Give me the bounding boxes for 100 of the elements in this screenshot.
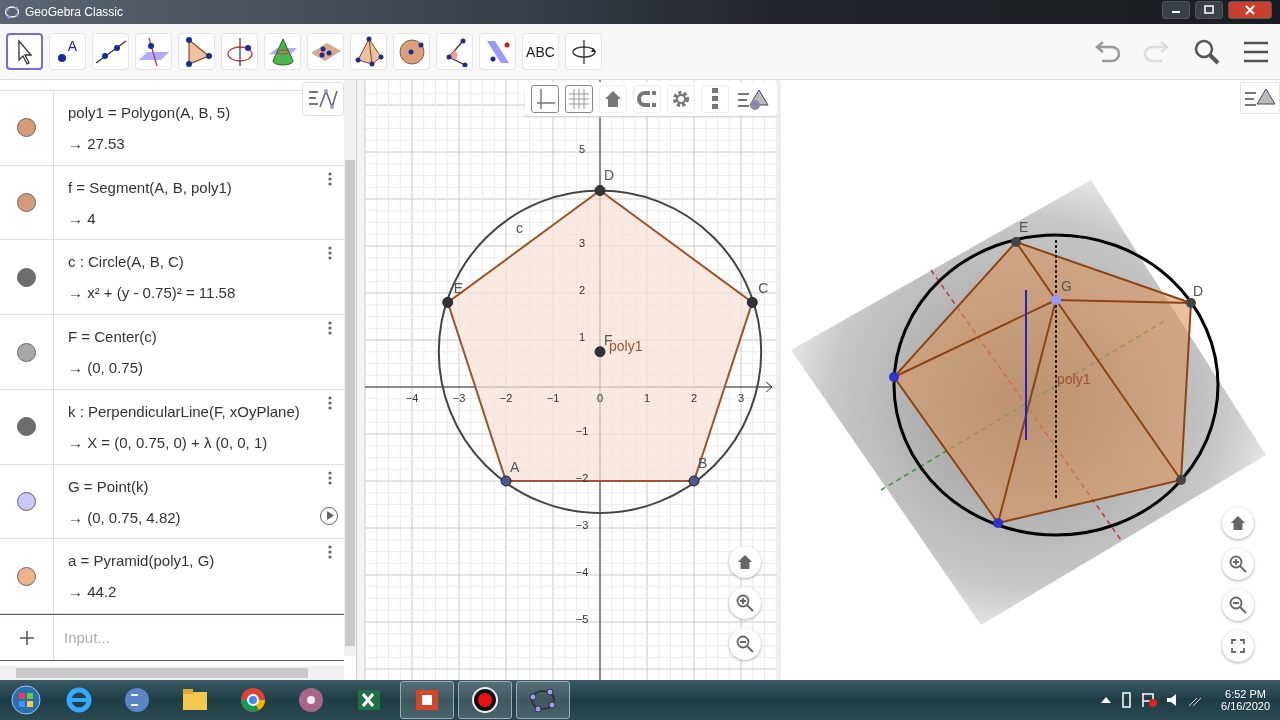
more-options-button[interactable] xyxy=(328,470,332,485)
zoom-out-button[interactable] xyxy=(1222,589,1254,621)
algebra-row[interactable]: a = Pyramid(poly1, G) → 44.2 xyxy=(0,539,344,615)
home-icon xyxy=(604,90,622,108)
clock-date[interactable]: 6/16/2020 xyxy=(1221,700,1270,712)
zoom-in-button[interactable] xyxy=(729,587,761,619)
visibility-marble[interactable] xyxy=(17,193,36,213)
sphere-icon xyxy=(396,36,427,67)
maximize-button[interactable] xyxy=(1195,1,1223,19)
browser-icon xyxy=(238,685,268,715)
algebra-definition: k : PerpendicularLine(F, xOyPlane) xyxy=(68,402,300,420)
close-button[interactable] xyxy=(1228,1,1272,19)
visibility-marble[interactable] xyxy=(17,566,36,586)
more-icon xyxy=(712,88,718,110)
axis-tick-label: 2 xyxy=(577,284,587,296)
point-label: G xyxy=(1061,278,1072,294)
algebra-row[interactable]: c : Circle(A, B, C) → x² + (y - 0.75)² = 11.58 xyxy=(0,240,344,316)
more-options-button[interactable] xyxy=(328,395,332,410)
geogebra-logo-icon xyxy=(4,4,20,20)
more-options-icon xyxy=(328,545,332,560)
minimize-button[interactable] xyxy=(1162,1,1190,19)
point[interactable] xyxy=(442,296,454,308)
plus-icon[interactable] xyxy=(19,630,34,645)
visibility-marble[interactable] xyxy=(17,492,36,512)
disc-icon xyxy=(296,685,326,715)
algebra-definition: f = Segment(A, B, poly1) xyxy=(68,178,232,196)
record-icon xyxy=(470,685,500,715)
vertical-scrollbar[interactable] xyxy=(344,80,356,656)
algebra-value: → 27.53 xyxy=(68,134,126,152)
settings-button[interactable] xyxy=(667,85,695,113)
point[interactable] xyxy=(500,475,512,487)
axis-tick-label: −3 xyxy=(574,519,590,531)
home-icon xyxy=(737,554,753,570)
axis-tick-label: 0 xyxy=(595,392,605,404)
visibility-marble[interactable] xyxy=(17,342,36,362)
algebra-definition: a = Pyramid(poly1, G) xyxy=(68,552,215,570)
more-button[interactable] xyxy=(701,85,729,113)
menu-icon xyxy=(1242,39,1270,64)
algebra-value: → (0, 0.75, 4.82) xyxy=(68,508,181,526)
settings-icon xyxy=(671,89,691,109)
more-options-icon xyxy=(328,171,332,186)
axis-tick-label: −1 xyxy=(574,425,590,437)
algebra-value: → 44.2 xyxy=(68,583,118,601)
axis-tick-label: −1 xyxy=(545,392,561,404)
play-icon xyxy=(326,511,334,521)
algebra-row[interactable]: f = Segment(A, B, poly1) → 4 xyxy=(0,165,344,241)
axis-tick-label: 3 xyxy=(736,392,746,404)
more-options-button[interactable] xyxy=(328,321,332,336)
algebra-row[interactable]: poly1 = Polygon(A, B, 5) → 27.53 xyxy=(0,90,344,166)
point-label: D xyxy=(1193,283,1204,299)
point[interactable] xyxy=(594,185,606,197)
point[interactable] xyxy=(688,475,700,487)
algebra-value: → X = (0, 0.75, 0) + λ (0, 0, 1) xyxy=(68,433,269,451)
zoom-out-button[interactable] xyxy=(729,628,761,660)
taskbar-app-icon[interactable] xyxy=(458,681,512,719)
visibility-marble[interactable] xyxy=(17,267,36,287)
maximize-icon xyxy=(1203,5,1215,15)
magnet-icon xyxy=(636,90,658,108)
grid-toggle[interactable] xyxy=(565,85,593,113)
grid-icon xyxy=(569,89,589,109)
tool-button[interactable]: A xyxy=(49,33,86,70)
algebra-definition: G = Point(k) xyxy=(68,477,150,495)
algebra-row[interactable]: F = Center(c) → (0, 0.75) xyxy=(0,315,344,390)
windows-logo-icon xyxy=(11,685,41,715)
style-bar-toggle[interactable] xyxy=(302,82,344,116)
home-button[interactable] xyxy=(1222,507,1254,539)
clock-time[interactable]: 6:52 PM xyxy=(1225,688,1266,700)
tool-button[interactable]: ABC xyxy=(522,33,559,70)
zoom-out-icon xyxy=(1229,596,1247,614)
visibility-marble[interactable] xyxy=(17,417,36,437)
browser-icon xyxy=(64,685,94,715)
algebra-definition: F = Center(c) xyxy=(68,328,157,346)
home-button[interactable] xyxy=(729,546,761,578)
fullscreen-button[interactable] xyxy=(1222,630,1254,662)
more-options-icon xyxy=(328,395,332,410)
taskbar-app-icon[interactable] xyxy=(400,681,454,719)
magnet-button[interactable] xyxy=(633,85,661,113)
visibility-marble[interactable] xyxy=(17,118,36,138)
more-options-button[interactable] xyxy=(328,545,332,560)
axis-tick-label: 1 xyxy=(642,392,652,404)
more-options-button[interactable] xyxy=(328,171,332,186)
fullscreen-icon xyxy=(1231,639,1245,653)
algebra-value: → (0, 0.75) xyxy=(68,359,145,377)
point[interactable] xyxy=(746,296,758,308)
window-title: GeoGebra Classic xyxy=(25,5,124,19)
axis-tick-label: 3 xyxy=(577,237,587,249)
axes-toggle[interactable] xyxy=(531,85,559,113)
more-options-button[interactable] xyxy=(328,246,332,261)
algebra-row[interactable]: G = Point(k) → (0, 0.75, 4.82) xyxy=(0,464,344,540)
style-bar-icon xyxy=(737,87,769,111)
point[interactable] xyxy=(594,346,606,358)
zoom-in-icon xyxy=(1229,555,1247,573)
algebra-row[interactable]: k : PerpendicularLine(F, xOyPlane) → X = (0, 0.75, 0) + λ (0, 0, 1) xyxy=(0,389,344,465)
home-button[interactable] xyxy=(599,85,627,113)
axis-tick-label: −2 xyxy=(498,392,514,404)
zoom-in-button[interactable] xyxy=(1222,548,1254,580)
axis-tick-label: −3 xyxy=(451,392,467,404)
tool-button[interactable] xyxy=(6,33,43,70)
style-bar-toggle[interactable] xyxy=(1240,82,1280,114)
horizontal-scrollbar[interactable] xyxy=(0,666,344,680)
